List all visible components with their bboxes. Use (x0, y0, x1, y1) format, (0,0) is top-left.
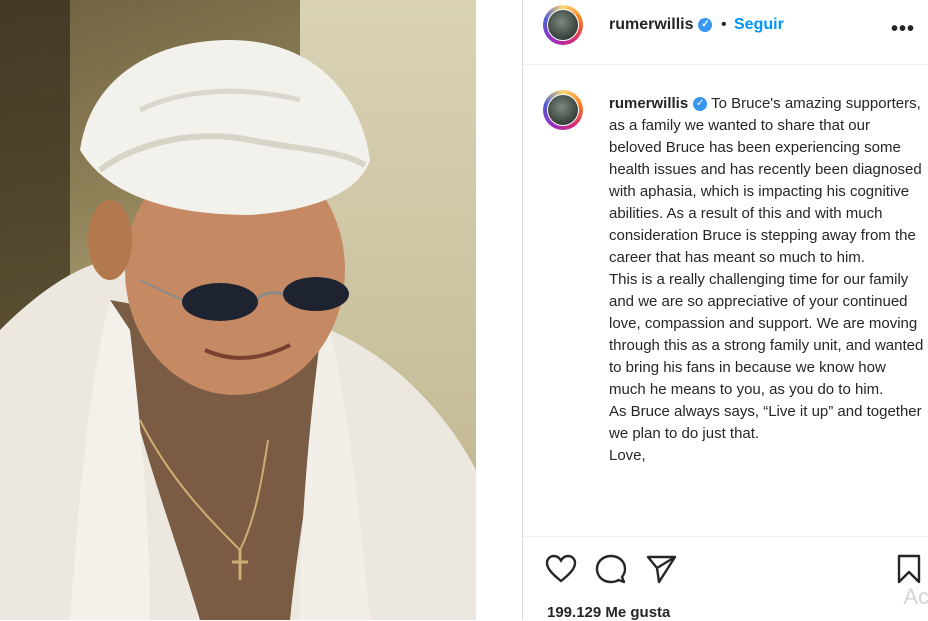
bookmark-icon[interactable] (893, 553, 925, 585)
comment-icon[interactable] (595, 553, 627, 585)
caption-text: rumerwillis ✓ To Bruce's amazing supporte… (609, 93, 925, 467)
post-header: rumerwillis ✓ • Seguir ••• (523, 0, 928, 65)
photo-subject (0, 40, 476, 620)
header-username-text[interactable]: rumerwillis (609, 16, 693, 33)
share-icon[interactable] (645, 553, 677, 585)
more-options-icon[interactable]: ••• (891, 18, 915, 41)
divider-gap (476, 0, 522, 620)
verified-icon: ✓ (693, 97, 708, 112)
heart-icon[interactable] (545, 553, 577, 585)
header-username[interactable]: rumerwillis ✓ (609, 16, 713, 34)
separator-dot: • (721, 16, 727, 33)
follow-button[interactable]: Seguir (734, 16, 784, 34)
caption-avatar[interactable] (543, 90, 583, 130)
caption-paragraph: rumerwillis ✓ To Bruce's amazing supporte… (609, 93, 925, 269)
post-photo[interactable] (0, 0, 476, 620)
instagram-post-panel: rumerwillis ✓ • Seguir ••• rumerwillis ✓ T… (522, 0, 928, 621)
verified-icon: ✓ (698, 17, 713, 32)
caption-paragraph: This is a really challenging time for ou… (609, 271, 924, 398)
likes-count[interactable]: 199.129 Me gusta (547, 604, 670, 621)
caption-paragraph: Love, (609, 447, 646, 464)
caption-paragraph: As Bruce always says, “Live it up” and t… (609, 403, 922, 442)
watermark-text: Ac (903, 584, 928, 609)
caption-username[interactable]: rumerwillis (609, 95, 688, 112)
caption-paragraph-text: To Bruce's amazing supporters, as a fami… (609, 95, 922, 266)
avatar[interactable] (543, 5, 583, 45)
